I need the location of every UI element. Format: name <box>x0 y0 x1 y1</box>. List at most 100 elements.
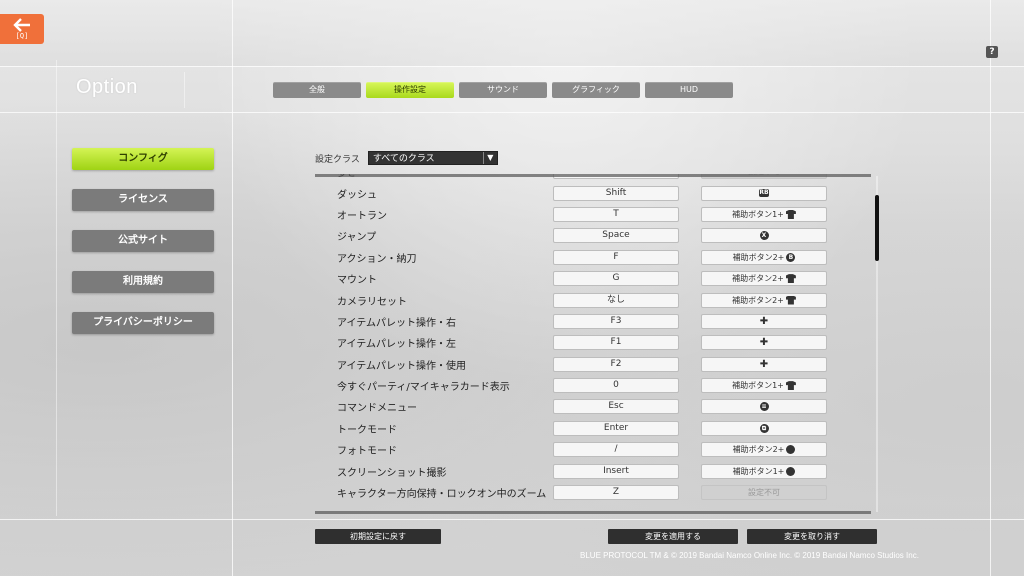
list-top-edge <box>315 174 871 177</box>
sidebar-item-official-site[interactable]: 公式サイト <box>72 230 214 252</box>
help-icon[interactable]: ? <box>986 46 998 58</box>
gamepad-binding-button[interactable]: 補助ボタン2+ <box>701 292 827 308</box>
keyboard-binding-button[interactable]: Space <box>553 228 679 244</box>
keybind-action-label: ダッシュ <box>337 189 377 201</box>
dpad-icon: ✚ <box>759 337 769 349</box>
keybind-row: アクション・納刀 F 補助ボタン2+ B <box>315 247 871 268</box>
tab-general[interactable]: 全般 <box>273 82 361 98</box>
gamepad-binding-button[interactable]: 補助ボタン2+ <box>701 442 827 458</box>
tab-sound[interactable]: サウンド <box>459 82 547 98</box>
tab-hud[interactable]: HUD <box>645 82 733 98</box>
gamepad-binding-button[interactable]: X <box>701 228 827 244</box>
frame-line <box>184 72 185 108</box>
gamepad-binding-text: 補助ボタン1+ <box>732 381 784 391</box>
keyboard-binding-button[interactable]: Shift <box>553 185 679 201</box>
keybind-action-label: フォトモード <box>337 446 397 458</box>
gamepad-button-icon <box>785 274 796 284</box>
keybind-row: トークモード Enter ⧉ <box>315 418 871 439</box>
gamepad-binding-button[interactable]: 補助ボタン1+ <box>701 378 827 394</box>
keybind-action-label: アイテムパレット操作・左 <box>337 339 456 351</box>
keyboard-binding-button[interactable]: なし <box>553 292 679 308</box>
gamepad-button-icon <box>786 445 796 455</box>
sidebar-item-terms[interactable]: 利用規約 <box>72 271 214 293</box>
gamepad-binding-text: 補助ボタン2+ <box>732 295 784 305</box>
scrollbar-thumb[interactable] <box>875 195 879 261</box>
frame-line <box>232 0 233 576</box>
tab-bar: 全般 操作設定 サウンド グラフィック HUD <box>273 82 733 98</box>
frame-line <box>0 66 1024 67</box>
top-band <box>0 0 1024 66</box>
frame-line <box>56 60 57 516</box>
page-title: Option <box>76 76 138 98</box>
gamepad-binding-button[interactable]: ✚ <box>701 356 827 372</box>
back-button[interactable]: [Q] <box>0 14 44 44</box>
sidebar-item-privacy[interactable]: プライバシーポリシー <box>72 312 214 334</box>
keybind-action-label: アイテムパレット操作・右 <box>337 317 456 329</box>
keybind-rows: 歩きX設定不可ダッシュShiftRBオートランT補助ボタン1+ジャンプSpace… <box>315 174 871 503</box>
keybind-action-label: オートラン <box>337 210 387 222</box>
keyboard-binding-button[interactable]: T <box>553 206 679 222</box>
dpad-icon: ✚ <box>759 315 769 327</box>
gamepad-button-icon <box>785 295 796 305</box>
menu-button-icon: ≡ <box>759 402 769 412</box>
keyboard-binding-button[interactable]: F <box>553 249 679 265</box>
gamepad-binding-button[interactable]: ⧉ <box>701 420 827 436</box>
keyboard-binding-button[interactable]: Enter <box>553 420 679 436</box>
keybind-action-label: スクリーンショット撮影 <box>337 467 447 479</box>
keybind-action-label: アクション・納刀 <box>337 253 417 265</box>
gamepad-binding-button[interactable]: 補助ボタン1+ <box>701 463 827 479</box>
keybind-row: ダッシュ Shift RB <box>315 182 871 203</box>
gamepad-binding-text: 補助ボタン2+ <box>732 445 785 455</box>
keybind-row: ジャンプ Space X <box>315 225 871 246</box>
cancel-changes-button[interactable]: 変更を取り消す <box>747 529 877 544</box>
keybind-action-label: コマンドメニュー <box>337 403 417 415</box>
keyboard-binding-button[interactable]: 0 <box>553 378 679 394</box>
class-select-value: すべてのクラス <box>372 154 435 164</box>
gamepad-binding-button[interactable]: RB <box>701 185 827 201</box>
gamepad-binding-button[interactable]: 補助ボタン1+ <box>701 206 827 222</box>
gamepad-binding-button[interactable]: 補助ボタン2+ <box>701 271 827 287</box>
keyboard-binding-button[interactable]: / <box>553 442 679 458</box>
frame-line <box>0 112 1024 113</box>
keybind-row: マウント G 補助ボタン2+ <box>315 268 871 289</box>
keyboard-binding-button[interactable]: Insert <box>553 463 679 479</box>
keyboard-binding-button[interactable]: F2 <box>553 356 679 372</box>
frame-line <box>990 0 991 576</box>
gamepad-button-icon: B <box>786 252 796 262</box>
keybind-row: オートラン T 補助ボタン1+ <box>315 204 871 225</box>
keybind-action-label: マウント <box>337 275 377 287</box>
gamepad-binding-text: 設定不可 <box>748 488 780 498</box>
gamepad-binding-button[interactable]: ≡ <box>701 399 827 415</box>
frame-line <box>0 519 1024 520</box>
keyboard-binding-button[interactable]: F1 <box>553 335 679 351</box>
view-button-icon: ⧉ <box>759 423 769 433</box>
gamepad-button-icon <box>786 466 796 476</box>
keybind-action-label: 今すぐパーティ/マイキャラカード表示 <box>337 382 510 394</box>
keyboard-binding-button[interactable]: Z <box>553 485 679 501</box>
apply-changes-button[interactable]: 変更を適用する <box>608 529 738 544</box>
keyboard-binding-button[interactable]: Esc <box>553 399 679 415</box>
keybind-action-label: キャラクター方向保持・ロックオン中のズーム <box>337 489 547 501</box>
sidebar: コンフィグ ライセンス 公式サイト 利用規約 プライバシーポリシー <box>72 148 214 353</box>
gamepad-binding-button[interactable]: ✚ <box>701 335 827 351</box>
keyboard-binding-button[interactable]: F3 <box>553 313 679 329</box>
tab-graphics[interactable]: グラフィック <box>552 82 640 98</box>
keybind-row: コマンドメニュー Esc ≡ <box>315 396 871 417</box>
chevron-down-icon: ▼ <box>482 152 497 164</box>
gamepad-button-icon: RB <box>759 189 769 198</box>
dpad-icon: ✚ <box>759 358 769 370</box>
list-bottom-edge <box>315 511 871 514</box>
keyboard-binding-button[interactable]: G <box>553 271 679 287</box>
tab-controls[interactable]: 操作設定 <box>366 82 454 98</box>
reset-defaults-button[interactable]: 初期設定に戻す <box>315 529 441 544</box>
keybind-action-label: ジャンプ <box>337 232 377 244</box>
gamepad-binding-text: 補助ボタン1+ <box>732 209 784 219</box>
gamepad-binding-button[interactable]: 補助ボタン2+ B <box>701 249 827 265</box>
keybind-row: 今すぐパーティ/マイキャラカード表示 0 補助ボタン1+ <box>315 375 871 396</box>
class-select-dropdown[interactable]: すべてのクラス ▼ <box>367 151 498 165</box>
sidebar-item-config[interactable]: コンフィグ <box>72 148 214 170</box>
class-select-label: 設定クラス <box>315 154 360 165</box>
sidebar-item-license[interactable]: ライセンス <box>72 189 214 211</box>
keybind-row: アイテムパレット操作・右 F3 ✚ <box>315 311 871 332</box>
gamepad-binding-button[interactable]: ✚ <box>701 313 827 329</box>
